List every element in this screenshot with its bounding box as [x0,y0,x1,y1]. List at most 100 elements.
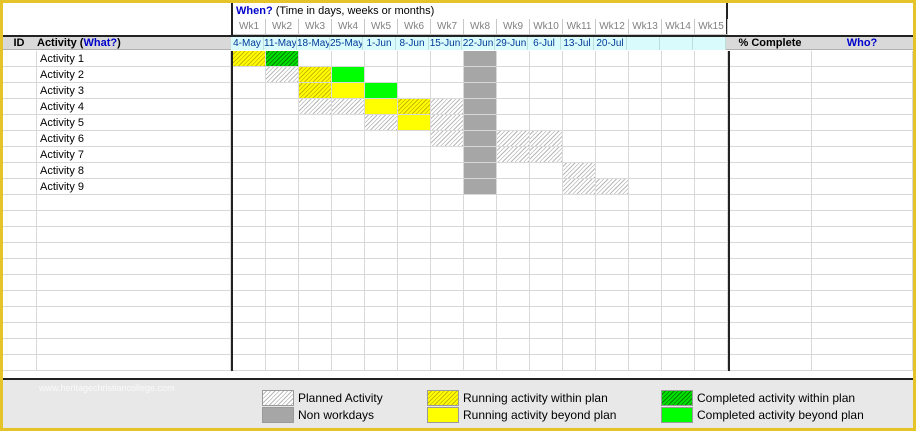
timeline-cell[interactable] [365,131,398,147]
timeline-cell[interactable] [365,355,398,371]
timeline-cell[interactable] [431,211,464,227]
timeline-cell[interactable] [233,323,266,339]
timeline-cell[interactable] [596,147,629,163]
timeline-cell[interactable] [596,99,629,115]
timeline-cell[interactable] [563,307,596,323]
timeline-cell[interactable] [464,227,497,243]
date-header-cell[interactable]: 8-Jun [396,37,429,50]
timeline-cell[interactable] [563,147,596,163]
week-header-cell[interactable]: Wk5 [365,19,398,35]
timeline-cell[interactable] [563,51,596,67]
timeline-cell[interactable] [662,227,695,243]
timeline-cell[interactable] [662,51,695,67]
timeline-cell[interactable] [299,131,332,147]
timeline-cell[interactable] [266,243,299,259]
timeline-cell[interactable] [233,131,266,147]
activity-empty-cell[interactable] [37,259,231,275]
timeline-cell[interactable] [299,51,332,67]
timeline-cell-nonwork[interactable] [464,179,497,195]
id-cell[interactable] [3,211,37,227]
timeline-cell[interactable] [233,339,266,355]
percent-complete-cell[interactable] [730,131,812,147]
timeline-cell[interactable] [629,355,662,371]
timeline-cell-planned[interactable] [431,115,464,131]
timeline-cell[interactable] [695,291,728,307]
timeline-cell[interactable] [596,275,629,291]
timeline-cell-planned[interactable] [497,131,530,147]
date-header-cell[interactable]: 6-Jul [528,37,561,50]
timeline-cell[interactable] [332,163,365,179]
timeline-cell-running-within[interactable] [398,99,431,115]
date-header-cell[interactable]: 18-May [297,37,330,50]
timeline-cell[interactable] [266,83,299,99]
timeline-cell[interactable] [563,339,596,355]
timeline-cell[interactable] [233,259,266,275]
timeline-cell[interactable] [662,131,695,147]
timeline-cell[interactable] [299,243,332,259]
timeline-cell[interactable] [266,99,299,115]
timeline-cell-planned[interactable] [530,131,563,147]
activity-empty-cell[interactable] [37,323,231,339]
who-cell[interactable] [812,339,913,355]
timeline-cell[interactable] [266,195,299,211]
timeline-cell[interactable] [233,355,266,371]
percent-complete-cell[interactable] [730,99,812,115]
timeline-cell[interactable] [695,115,728,131]
timeline-cell[interactable] [332,339,365,355]
timeline-cell[interactable] [497,211,530,227]
who-cell[interactable] [812,259,913,275]
timeline-cell[interactable] [233,291,266,307]
timeline-cell[interactable] [497,259,530,275]
timeline-cell[interactable] [365,339,398,355]
timeline-cell[interactable] [299,275,332,291]
timeline-cell[interactable] [332,323,365,339]
timeline-cell[interactable] [365,323,398,339]
timeline-cell[interactable] [233,195,266,211]
timeline-cell[interactable] [629,275,662,291]
timeline-cell[interactable] [629,99,662,115]
timeline-cell[interactable] [233,179,266,195]
timeline-cell[interactable] [695,307,728,323]
timeline-cell[interactable] [530,291,563,307]
timeline-cell[interactable] [596,227,629,243]
timeline-cell[interactable] [233,83,266,99]
timeline-cell[interactable] [497,243,530,259]
timeline-cell[interactable] [695,51,728,67]
timeline-cell[interactable] [266,131,299,147]
timeline-cell-nonwork[interactable] [464,163,497,179]
timeline-cell[interactable] [596,243,629,259]
timeline-cell[interactable] [596,51,629,67]
timeline-cell[interactable] [695,355,728,371]
timeline-cell[interactable] [596,291,629,307]
timeline-cell[interactable] [266,275,299,291]
id-cell[interactable] [3,51,37,67]
timeline-cell[interactable] [464,339,497,355]
timeline-cell[interactable] [563,291,596,307]
week-header-cell[interactable]: Wk7 [431,19,464,35]
timeline-cell[interactable] [662,323,695,339]
timeline-cell[interactable] [398,355,431,371]
timeline-cell[interactable] [563,195,596,211]
timeline-cell[interactable] [365,67,398,83]
timeline-cell[interactable] [530,243,563,259]
activity-empty-cell[interactable] [37,355,231,371]
timeline-cell-planned[interactable] [596,179,629,195]
timeline-cell[interactable] [233,67,266,83]
week-header-cell[interactable]: Wk9 [497,19,530,35]
timeline-cell[interactable] [332,211,365,227]
activity-name-cell[interactable]: Activity 6 [37,131,231,147]
timeline-cell[interactable] [695,227,728,243]
timeline-cell[interactable] [629,115,662,131]
id-cell[interactable] [3,67,37,83]
percent-complete-cell[interactable] [730,195,812,211]
who-cell[interactable] [812,323,913,339]
date-header-cell[interactable]: 29-Jun [495,37,528,50]
id-cell[interactable] [3,99,37,115]
timeline-cell[interactable] [530,339,563,355]
timeline-cell-planned[interactable] [563,179,596,195]
percent-complete-cell[interactable] [730,339,812,355]
timeline-cell[interactable] [431,227,464,243]
timeline-cell[interactable] [662,211,695,227]
timeline-cell[interactable] [596,67,629,83]
timeline-cell[interactable] [299,307,332,323]
